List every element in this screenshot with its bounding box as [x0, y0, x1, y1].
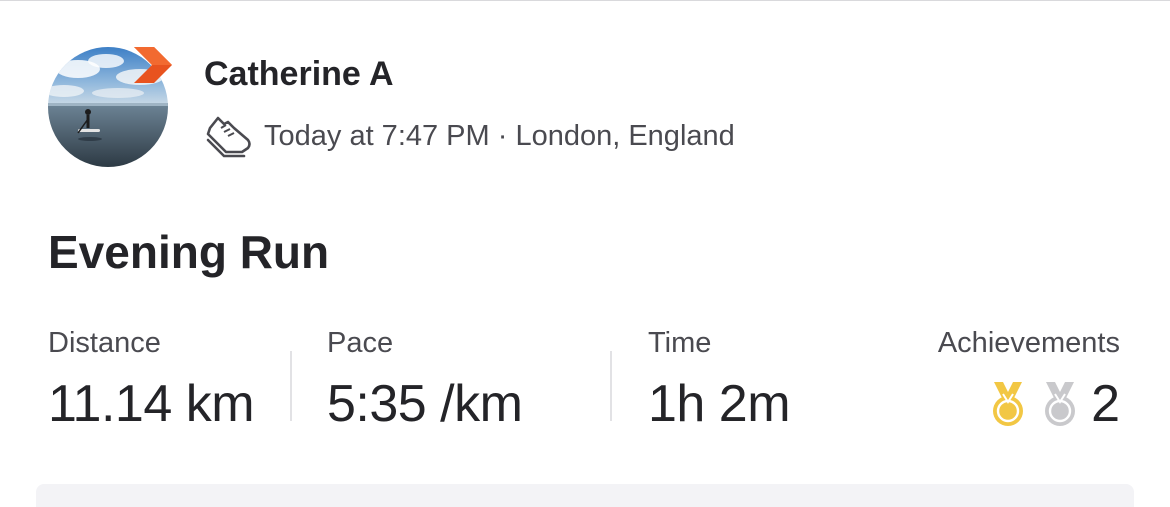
running-shoe-icon: [206, 116, 251, 158]
activity-map-preview[interactable]: [36, 484, 1134, 507]
athlete-name[interactable]: Catherine A: [204, 55, 394, 94]
stat-label: Pace: [327, 327, 394, 359]
stat-divider: [610, 351, 612, 421]
silver-medal-icon: [1045, 382, 1076, 426]
stat-time: Time 1h 2m: [648, 327, 791, 434]
stat-divider: [290, 351, 292, 421]
achievement-count: 2: [1091, 375, 1120, 433]
stat-label: Time: [648, 327, 712, 359]
activity-meta: Today at 7:47 PM · London, England: [204, 113, 735, 159]
stat-pace: Pace 5:35 /km: [327, 327, 523, 434]
activity-time-location: Today at 7:47 PM · London, England: [264, 119, 735, 152]
stat-label: Distance: [48, 327, 161, 359]
stat-value: 1h 2m: [648, 375, 791, 433]
stat-label: Achievements: [937, 327, 1120, 359]
gold-medal-icon: [993, 382, 1024, 426]
stat-distance: Distance 11.14 km: [48, 327, 255, 434]
activity-card[interactable]: Catherine A Today at 7:47 PM · London, E…: [0, 0, 1170, 507]
stat-value: 11.14 km: [48, 375, 255, 433]
athlete-avatar-group[interactable]: [48, 47, 174, 169]
subscriber-badge-icon: [134, 43, 174, 89]
achievements-stat[interactable]: Achievements 2: [938, 327, 1120, 434]
stat-value: 5:35 /km: [327, 375, 523, 433]
activity-title[interactable]: Evening Run: [48, 225, 329, 279]
